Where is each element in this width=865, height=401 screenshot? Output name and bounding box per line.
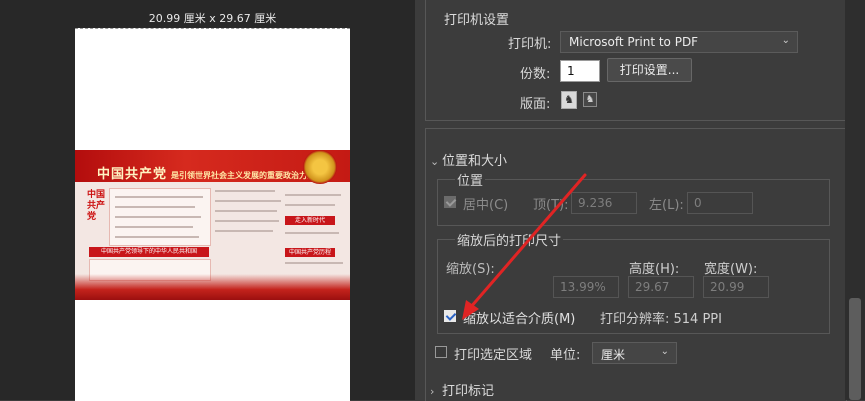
poster-title: 中国共产党 [97, 167, 168, 182]
print-marks-header[interactable]: › 打印标记 [430, 380, 494, 399]
top-input[interactable]: 9.236 [571, 192, 637, 214]
poster-footer-band [75, 274, 350, 300]
print-resolution-label: 打印分辨率: 514 PPI [600, 312, 722, 327]
poster-red-bar: 中国共产党领导下的中华人民共和国 [89, 247, 209, 257]
center-checkbox[interactable] [444, 196, 456, 208]
fit-media-label: 缩放以适合介质(M) [463, 312, 576, 327]
copies-input[interactable]: 1 [560, 60, 600, 82]
poster-text-line [215, 220, 279, 222]
position-size-header[interactable]: ⌄ 位置和大小 [430, 150, 507, 169]
width-input[interactable]: 20.99 [703, 276, 769, 298]
poster-text-line [115, 226, 193, 228]
left-label: 左(L): [649, 198, 684, 213]
center-label: 居中(C) [463, 198, 509, 213]
poster-text-line [215, 190, 275, 192]
copies-label: 份数: [520, 67, 551, 82]
landscape-orientation-icon[interactable]: ♞ [583, 92, 597, 107]
portrait-orientation-icon[interactable]: ♞ [561, 91, 577, 109]
position-title: 位置 [455, 170, 486, 189]
poster-text-line [215, 210, 277, 212]
panel-scrollbar-thumb[interactable] [849, 298, 861, 400]
width-label: 宽度(W): [704, 262, 758, 277]
poster-text-line [215, 230, 273, 232]
poster-text-line [115, 236, 199, 238]
chevron-down-icon: ⌄ [430, 155, 440, 168]
poster-text-line [285, 232, 339, 234]
chevron-down-icon: ⌄ [660, 346, 669, 357]
print-preview-area: 20.99 厘米 x 29.67 厘米 中国共产党 是引领世界社会主义发展的重要… [0, 0, 415, 401]
height-label: 高度(H): [629, 262, 680, 277]
print-selected-area-checkbox[interactable] [435, 346, 447, 358]
left-input[interactable]: 0 [687, 192, 753, 214]
scale-input[interactable]: 13.99% [553, 276, 619, 298]
poster-text-line [285, 262, 343, 264]
poster-red-bar: 中国共产党历程 [285, 248, 335, 257]
fit-media-checkbox[interactable] [444, 310, 456, 322]
print-setup-button[interactable]: 打印设置... [607, 58, 692, 82]
poster-text-line [285, 194, 341, 196]
paper-size-label: 20.99 厘米 x 29.67 厘米 [148, 12, 277, 25]
poster-subtitle: 是引领世界社会主义发展的重要政治力量 [171, 171, 315, 180]
poster-emblem [303, 150, 337, 184]
poster-text-line [115, 216, 201, 218]
scaled-size-title: 缩放后的打印尺寸 [455, 230, 564, 249]
unit-label: 单位: [550, 348, 581, 363]
poster-text-line [115, 196, 203, 198]
preview-image[interactable]: 中国共产党 是引领世界社会主义发展的重要政治力量 中国共产党 中国共产党领导下的… [75, 150, 350, 300]
printer-label: 打印机: [508, 37, 552, 52]
print-selected-area-label: 打印选定区域 [454, 348, 533, 363]
layout-label: 版面: [520, 97, 551, 112]
poster-text-line [115, 206, 195, 208]
poster-text-line [285, 204, 335, 206]
unit-select[interactable]: 厘米 ⌄ [592, 342, 677, 364]
printer-select[interactable]: Microsoft Print to PDF ⌄ [560, 31, 798, 53]
chevron-down-icon: ⌄ [781, 35, 790, 46]
printer-settings-title: 打印机设置 [444, 13, 510, 28]
poster-text-line [215, 200, 281, 202]
height-input[interactable]: 29.67 [628, 276, 694, 298]
chevron-right-icon: › [430, 385, 435, 398]
scale-label: 缩放(S): [446, 262, 495, 277]
top-label: 顶(T): [533, 198, 569, 213]
poster-red-bar: 走入新时代 [285, 216, 335, 225]
